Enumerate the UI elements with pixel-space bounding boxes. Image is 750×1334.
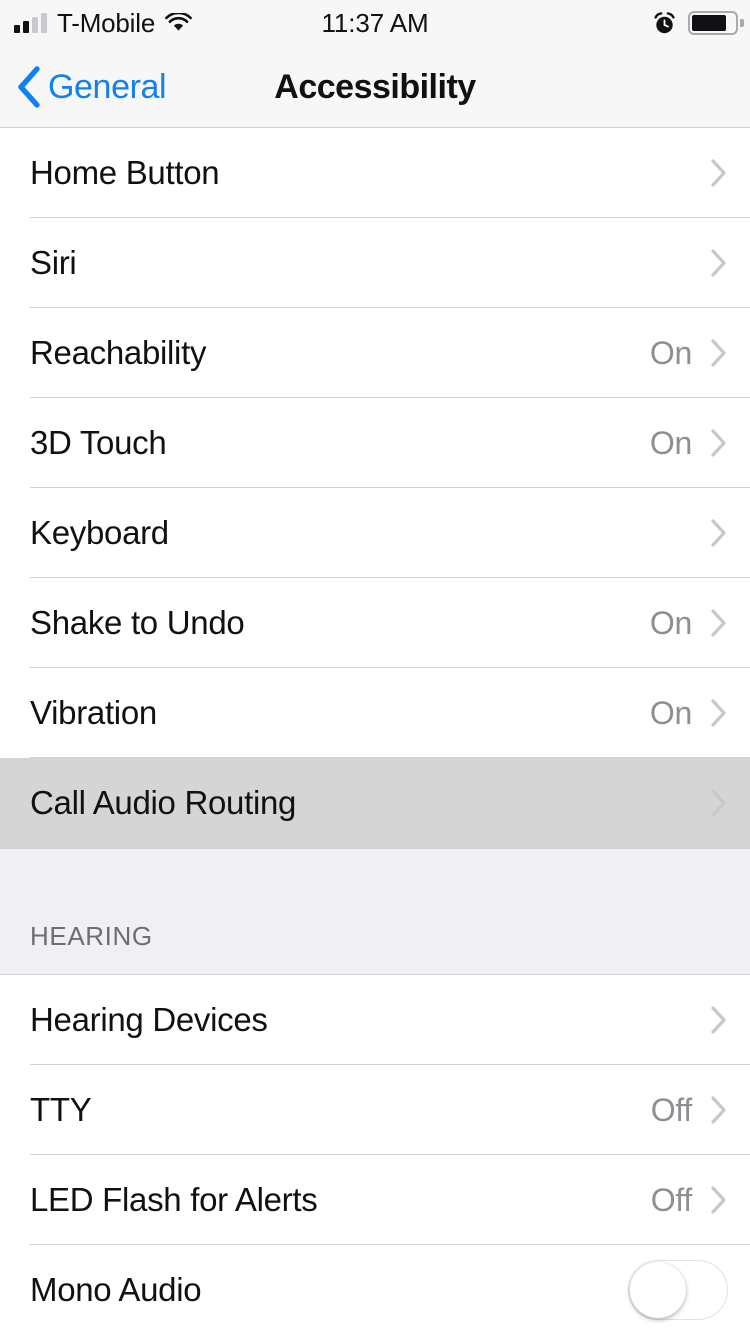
settings-row-value: On — [649, 424, 692, 461]
chevron-right-icon — [710, 1005, 728, 1035]
settings-row-accessory — [710, 158, 728, 188]
settings-row-3d-touch[interactable]: 3D Touch On — [0, 398, 750, 488]
status-bar: T-Mobile 11:37 AM — [0, 0, 750, 46]
settings-row-label: Home Button — [30, 154, 220, 191]
chevron-right-icon — [710, 518, 728, 548]
settings-row-label: Mono Audio — [30, 1271, 202, 1308]
settings-table: Home Button Siri Reachability On 3D Touch… — [0, 128, 750, 1334]
toggle-switch-mono-audio[interactable] — [628, 1260, 728, 1320]
settings-row-accessory: On — [650, 425, 728, 462]
chevron-right-icon — [710, 428, 728, 458]
settings-row-reachability[interactable]: Reachability On — [0, 308, 750, 398]
chevron-right-icon — [710, 158, 728, 188]
settings-row-value: Off — [650, 1091, 693, 1128]
settings-row-accessory: On — [650, 605, 728, 642]
settings-row-accessory: On — [650, 335, 728, 372]
settings-row-hearing-devices[interactable]: Hearing Devices — [0, 975, 750, 1065]
settings-row-label: Vibration — [30, 694, 157, 731]
settings-row-label: 3D Touch — [30, 424, 167, 461]
battery-icon — [688, 11, 744, 35]
settings-row-value: On — [649, 334, 692, 371]
settings-row-accessory — [710, 1005, 728, 1035]
settings-row-label: Siri — [30, 244, 77, 281]
settings-row-label: Hearing Devices — [30, 1001, 268, 1038]
status-bar-clock: 11:37 AM — [321, 7, 429, 38]
alarm-clock-icon — [653, 11, 676, 35]
settings-row-mono-audio[interactable]: Mono Audio — [0, 1245, 750, 1334]
chevron-right-icon — [710, 1095, 728, 1125]
chevron-right-icon — [710, 338, 728, 368]
chevron-right-icon — [710, 608, 728, 638]
settings-row-accessory — [710, 518, 728, 548]
settings-row-keyboard[interactable]: Keyboard — [0, 488, 750, 578]
section-header-hearing: HEARING — [0, 848, 750, 975]
settings-row-label: Shake to Undo — [30, 604, 245, 641]
settings-row-label: TTY — [30, 1091, 92, 1128]
settings-row-label: Reachability — [30, 334, 207, 371]
chevron-right-icon — [710, 788, 728, 818]
settings-row-value: On — [649, 604, 692, 641]
toggle-switch-knob — [630, 1262, 686, 1318]
page-title: Accessibility — [274, 67, 476, 106]
settings-row-accessory — [628, 1260, 728, 1320]
settings-row-siri[interactable]: Siri — [0, 218, 750, 308]
chevron-right-icon — [710, 1185, 728, 1215]
settings-row-vibration[interactable]: Vibration On — [0, 668, 750, 758]
settings-row-tty[interactable]: TTY Off — [0, 1065, 750, 1155]
settings-row-accessory — [710, 248, 728, 278]
settings-row-accessory: On — [650, 695, 728, 732]
chevron-right-icon — [710, 698, 728, 728]
status-bar-right — [653, 0, 744, 46]
settings-row-accessory: Off — [651, 1092, 728, 1129]
settings-row-call-audio-routing[interactable]: Call Audio Routing — [0, 758, 750, 848]
settings-row-value: Off — [650, 1181, 693, 1218]
settings-row-home-button[interactable]: Home Button — [0, 128, 750, 218]
settings-row-label: Keyboard — [30, 514, 169, 551]
settings-row-label: Call Audio Routing — [30, 784, 297, 821]
chevron-right-icon — [710, 248, 728, 278]
settings-row-accessory — [710, 788, 728, 818]
settings-row-label: LED Flash for Alerts — [30, 1181, 318, 1218]
settings-row-value: On — [649, 694, 692, 731]
navigation-bar: General Accessibility — [0, 46, 750, 128]
settings-row-shake-to-undo[interactable]: Shake to Undo On — [0, 578, 750, 668]
settings-row-led-flash-for-alerts[interactable]: LED Flash for Alerts Off — [0, 1155, 750, 1245]
settings-row-accessory: Off — [651, 1182, 728, 1219]
section-header-label: HEARING — [30, 921, 153, 951]
